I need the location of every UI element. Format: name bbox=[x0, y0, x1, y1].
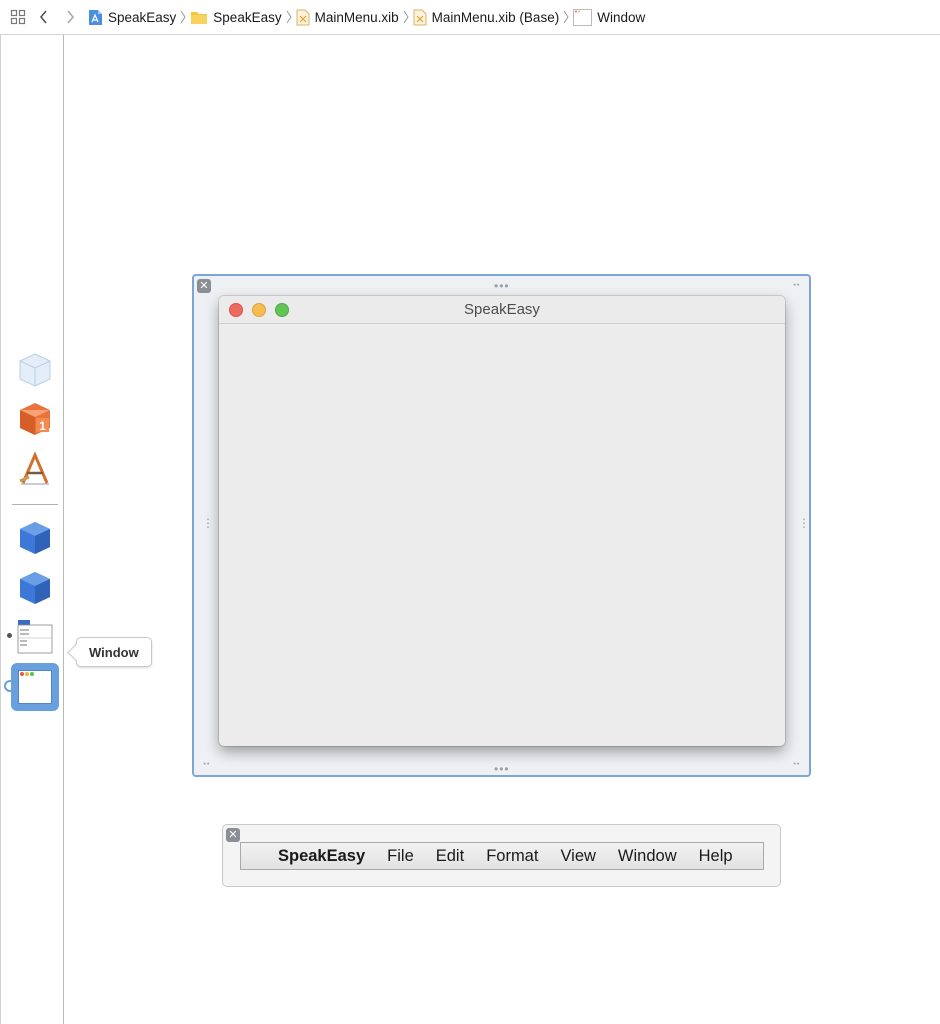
window-icon bbox=[18, 670, 52, 704]
folder-icon bbox=[190, 10, 208, 25]
window-titlebar[interactable]: SpeakEasy bbox=[219, 296, 785, 324]
back-arrow-icon[interactable] bbox=[34, 7, 54, 27]
main-menu-scene[interactable]: ✕ SpeakEasy File Edit Format View Window… bbox=[222, 824, 781, 887]
app-window[interactable]: SpeakEasy bbox=[219, 296, 785, 746]
breadcrumb: SpeakEasy SpeakEasy MainMenu.xib MainMen… bbox=[88, 8, 646, 26]
menu-edit[interactable]: Edit bbox=[436, 847, 464, 866]
menu-app[interactable]: SpeakEasy bbox=[278, 847, 365, 866]
menu-format[interactable]: Format bbox=[486, 847, 538, 866]
crumb-label: Window bbox=[597, 9, 646, 25]
object-cube-icon[interactable] bbox=[17, 520, 53, 556]
main-menu-icon[interactable] bbox=[17, 619, 53, 655]
document-outline-dock: 1 bbox=[0, 35, 64, 1024]
crumb-window[interactable]: Window bbox=[573, 8, 646, 26]
minimize-button[interactable] bbox=[252, 303, 266, 317]
resize-handle-bottom-right[interactable]: ⠒ bbox=[792, 759, 802, 771]
close-icon[interactable]: ✕ bbox=[197, 279, 211, 293]
window-title: SpeakEasy bbox=[464, 301, 540, 318]
connection-dot bbox=[7, 633, 12, 638]
svg-text:1: 1 bbox=[39, 419, 46, 433]
crumb-label: MainMenu.xib bbox=[314, 9, 399, 25]
chevron-right-icon bbox=[563, 10, 569, 24]
xib-file-icon bbox=[296, 9, 310, 26]
menu-help[interactable]: Help bbox=[699, 847, 733, 866]
resize-handle-bottom-left[interactable]: ⠒ bbox=[202, 759, 212, 771]
window-scene[interactable]: ✕ ••• ⠒ ⋮ ⋮ ••• ⠒ ⠒ SpeakEasy bbox=[192, 274, 811, 777]
placeholder-cube-icon[interactable] bbox=[17, 352, 53, 388]
forward-arrow-icon[interactable] bbox=[60, 7, 80, 27]
object-cube-icon[interactable] bbox=[17, 570, 53, 606]
menu-view[interactable]: View bbox=[560, 847, 595, 866]
zoom-button[interactable] bbox=[275, 303, 289, 317]
dock-divider bbox=[12, 504, 58, 505]
jump-bar: SpeakEasy SpeakEasy MainMenu.xib MainMen… bbox=[0, 0, 940, 35]
crumb-label: SpeakEasy bbox=[108, 9, 177, 25]
resize-handle-top[interactable]: ••• bbox=[494, 280, 510, 292]
resize-handle-left[interactable]: ⋮ bbox=[202, 517, 214, 529]
xib-file-icon bbox=[413, 9, 427, 26]
window-icon bbox=[573, 8, 593, 26]
close-icon[interactable]: ✕ bbox=[226, 828, 240, 842]
first-responder-icon[interactable]: 1 bbox=[17, 401, 53, 437]
project-icon bbox=[88, 9, 103, 26]
menu-file[interactable]: File bbox=[387, 847, 414, 866]
application-icon[interactable] bbox=[17, 451, 53, 487]
menu-bar: SpeakEasy File Edit Format View Window H… bbox=[240, 842, 764, 870]
close-button[interactable] bbox=[229, 303, 243, 317]
related-items-grid-icon[interactable] bbox=[8, 7, 28, 27]
menu-window[interactable]: Window bbox=[618, 847, 677, 866]
crumb-label: MainMenu.xib (Base) bbox=[431, 9, 560, 25]
crumb-project[interactable]: SpeakEasy bbox=[88, 9, 176, 26]
outline-tooltip: Window bbox=[76, 637, 152, 667]
resize-handle-top-right[interactable]: ⠒ bbox=[792, 280, 802, 292]
resize-handle-right[interactable]: ⋮ bbox=[798, 517, 810, 529]
resize-handle-bottom[interactable]: ••• bbox=[494, 763, 510, 775]
crumb-xib[interactable]: MainMenu.xib bbox=[296, 9, 399, 26]
chevron-right-icon bbox=[403, 10, 409, 24]
crumb-label: SpeakEasy bbox=[213, 9, 282, 25]
window-outline-item[interactable] bbox=[11, 663, 59, 711]
crumb-folder[interactable]: SpeakEasy bbox=[190, 9, 282, 25]
chevron-right-icon bbox=[180, 10, 186, 24]
crumb-xib-base[interactable]: MainMenu.xib (Base) bbox=[413, 9, 560, 26]
chevron-right-icon bbox=[286, 10, 292, 24]
